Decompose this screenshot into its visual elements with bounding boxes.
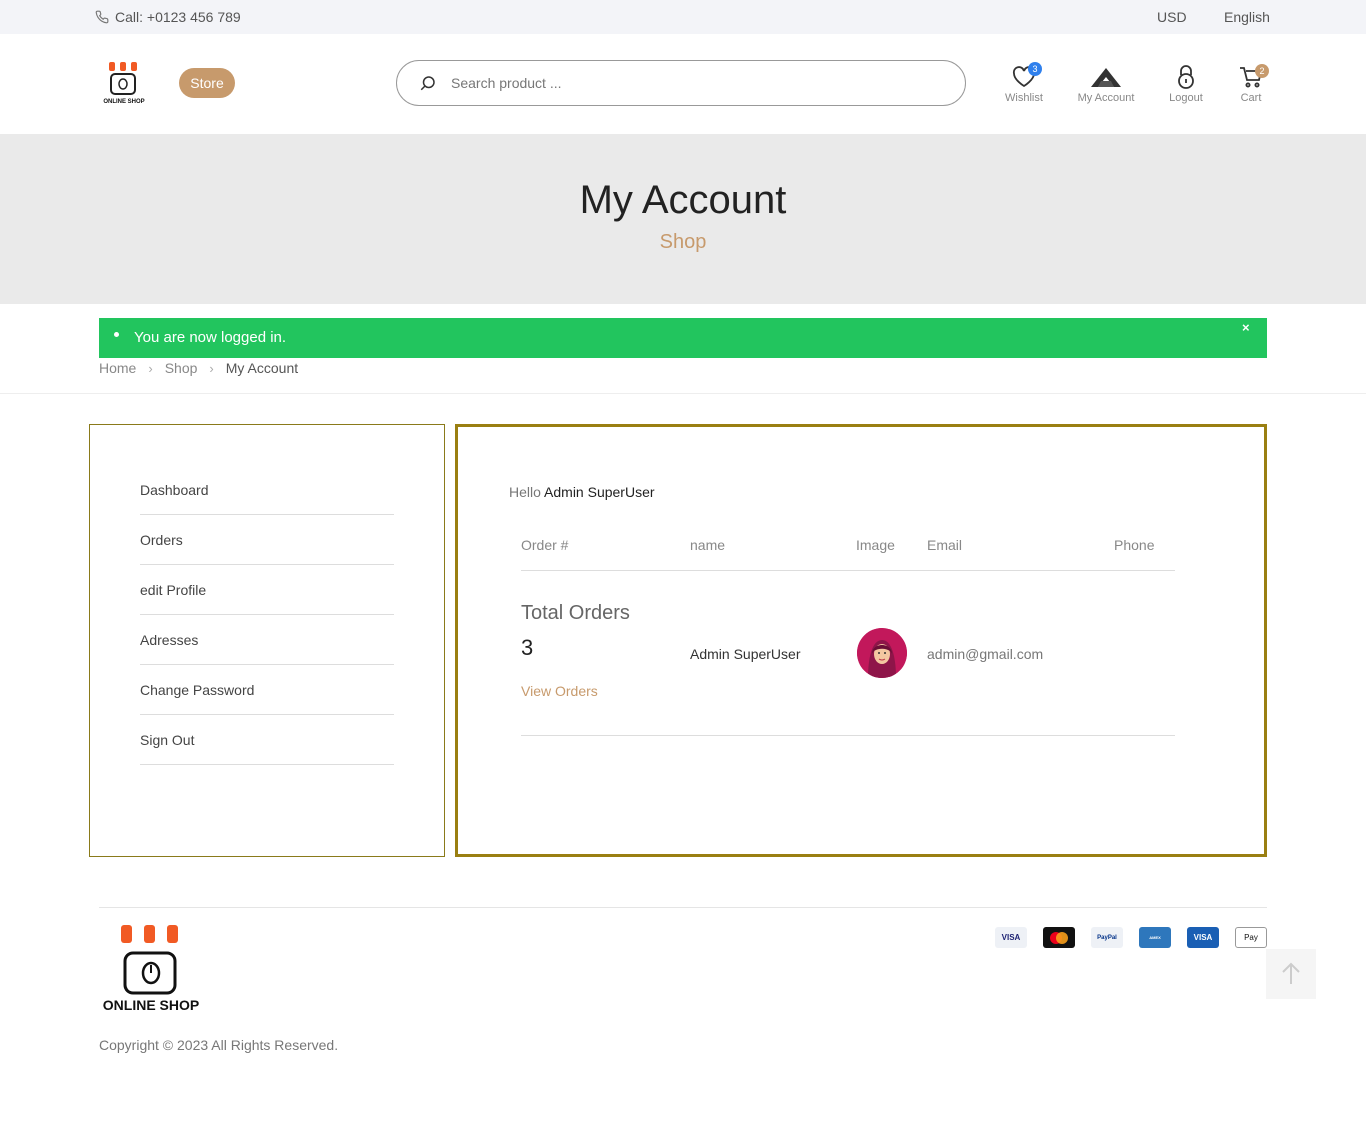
column-phone: Phone xyxy=(1114,537,1155,553)
dashboard-panel: Hello Admin SuperUser Order # name Image… xyxy=(455,424,1267,857)
user-avatar-image xyxy=(857,628,907,678)
cart-count-badge: 2 xyxy=(1255,64,1269,78)
column-order: Order # xyxy=(521,537,569,553)
payment-methods: VISA PayPal AMEX VISA Pay xyxy=(995,927,1267,948)
search-icon[interactable] xyxy=(419,74,437,92)
breadcrumb-shop[interactable]: Shop xyxy=(165,360,198,376)
header: ONLINE SHOP Store 3 Wishlist My Account … xyxy=(0,34,1366,134)
total-orders-label: Total Orders xyxy=(521,602,630,624)
column-email: Email xyxy=(927,537,963,553)
account-label: My Account xyxy=(1077,92,1135,104)
page-title: My Account xyxy=(579,178,787,222)
breadcrumb: Home › Shop › My Account xyxy=(99,360,298,376)
logout-label: Logout xyxy=(1169,92,1203,104)
visa-icon: VISA xyxy=(995,927,1027,948)
avatar xyxy=(857,628,907,678)
footer-divider xyxy=(99,907,1267,908)
lock-icon xyxy=(1178,65,1194,89)
currency-selector[interactable]: USD xyxy=(1157,9,1187,25)
total-orders-count: 3 xyxy=(521,635,534,660)
my-account-link[interactable]: My Account xyxy=(1072,62,1140,104)
account-sidebar: Dashboard Orders edit Profile Adresses C… xyxy=(89,424,445,857)
sidebar-item-orders[interactable]: Orders xyxy=(140,515,394,565)
cart-label: Cart xyxy=(1240,92,1262,104)
cart-link[interactable]: 2 Cart xyxy=(1236,62,1269,104)
logout-link[interactable]: Logout xyxy=(1166,62,1206,104)
arrow-up-icon xyxy=(1282,962,1300,984)
copyright: Copyright © 2023 All Rights Reserved. xyxy=(99,1037,339,1053)
sidebar-item-edit-profile[interactable]: edit Profile xyxy=(140,565,394,615)
table-row-divider xyxy=(521,735,1175,736)
chevron-right-icon: › xyxy=(148,360,153,376)
greeting: Hello Admin SuperUser xyxy=(509,484,655,500)
visa-electron-icon: VISA xyxy=(1187,927,1219,948)
logo-text: ONLINE SHOP xyxy=(103,99,144,105)
wishlist-link[interactable]: 3 Wishlist xyxy=(1002,62,1046,104)
breadcrumb-home[interactable]: Home xyxy=(99,360,136,376)
wishlist-count-badge: 3 xyxy=(1028,62,1042,76)
table-header-divider xyxy=(521,570,1175,571)
breadcrumb-current: My Account xyxy=(225,360,299,376)
page-banner: My Account Shop xyxy=(0,134,1366,304)
sidebar-item-dashboard[interactable]: Dashboard xyxy=(140,465,394,515)
account-icon xyxy=(1091,68,1121,87)
language-selector[interactable]: English xyxy=(1224,9,1270,25)
user-name: Admin SuperUser xyxy=(690,646,801,662)
alert-close-button[interactable]: × xyxy=(1242,320,1250,335)
view-orders-link[interactable]: View Orders xyxy=(521,683,598,699)
column-name: name xyxy=(690,537,726,553)
divider xyxy=(0,393,1366,394)
store-button[interactable]: Store xyxy=(179,68,235,98)
sidebar-item-sign-out[interactable]: Sign Out xyxy=(140,715,394,765)
top-bar: Call: +0123 456 789 USD English xyxy=(0,0,1366,34)
sidebar-item-addresses[interactable]: Adresses xyxy=(140,615,394,665)
call-info[interactable]: Call: +0123 456 789 xyxy=(95,9,241,25)
greeting-user: Admin SuperUser xyxy=(544,484,655,500)
page-subtitle: Shop xyxy=(659,231,707,253)
search-input[interactable] xyxy=(451,75,931,91)
search-bar xyxy=(396,60,966,106)
chevron-right-icon: › xyxy=(209,360,214,376)
paypal-icon: PayPal xyxy=(1091,927,1123,948)
alert-message: You are now logged in. xyxy=(134,329,287,346)
user-email: admin@gmail.com xyxy=(927,646,1044,662)
wishlist-label: Wishlist xyxy=(1005,92,1043,104)
mastercard-icon xyxy=(1043,927,1075,948)
footer-logo[interactable]: ONLINE SHOP xyxy=(99,923,203,1013)
scroll-to-top-button[interactable] xyxy=(1266,949,1316,999)
account-menu: Dashboard Orders edit Profile Adresses C… xyxy=(140,465,394,765)
logo[interactable]: ONLINE SHOP xyxy=(98,62,150,106)
phone-icon xyxy=(95,10,109,24)
call-text: Call: +0123 456 789 xyxy=(115,9,241,25)
sidebar-item-change-password[interactable]: Change Password xyxy=(140,665,394,715)
greeting-hello: Hello xyxy=(509,484,541,500)
footer-logo-text: ONLINE SHOP xyxy=(103,997,199,1013)
column-image: Image xyxy=(856,537,895,553)
apple-pay-icon: Pay xyxy=(1235,927,1267,948)
amex-icon: AMEX xyxy=(1139,927,1171,948)
success-alert: You are now logged in. × xyxy=(99,318,1267,358)
alert-bullet xyxy=(114,332,119,337)
